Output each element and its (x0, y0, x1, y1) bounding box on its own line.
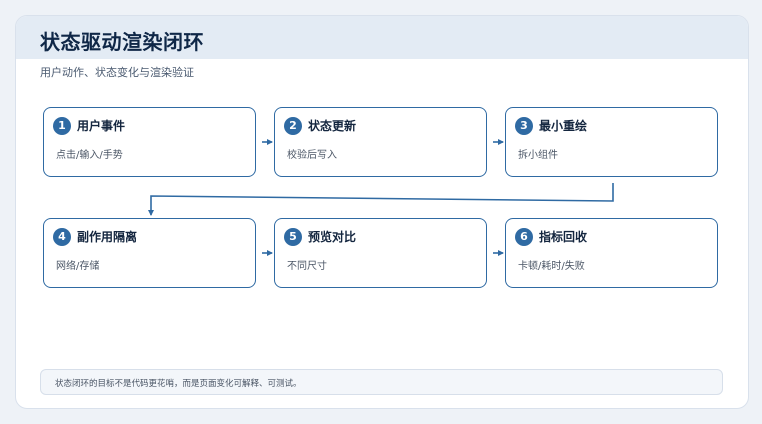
step-description: 卡顿/耗时/失败 (518, 261, 585, 272)
step-title: 最小重绘 (539, 119, 588, 133)
step-node-metrics-collection: 6 指标回收 卡顿/耗时/失败 (505, 218, 718, 288)
footer-note: 状态闭环的目标不是代码更花哨，而是页面变化可解释、可测试。 (55, 379, 302, 389)
step-title: 副作用隔离 (77, 230, 138, 244)
step-number-badge: 1 (53, 117, 71, 135)
step-title: 状态更新 (308, 119, 357, 133)
step-number-badge: 4 (53, 228, 71, 246)
connectors (148, 139, 614, 256)
step-number-badge: 6 (515, 228, 533, 246)
step-node-user-event: 1 用户事件 点击/输入/手势 (43, 107, 256, 177)
step-description: 不同尺寸 (287, 261, 327, 272)
step-node-side-effect-isolation: 4 副作用隔离 网络/存储 (43, 218, 256, 288)
step-description: 拆小组件 (518, 150, 558, 161)
step-node-state-update: 2 状态更新 校验后写入 (274, 107, 487, 177)
step-title: 预览对比 (308, 230, 357, 244)
step-number-badge: 5 (284, 228, 302, 246)
diagram-card: 状态驱动渲染闭环 用户动作、状态变化与渲染验证 1 用户事件 点击/输入/手势 … (15, 15, 749, 409)
step-node-minimal-repaint: 3 最小重绘 拆小组件 (505, 107, 718, 177)
step-description: 校验后写入 (287, 150, 337, 161)
step-description: 网络/存储 (56, 261, 100, 272)
step-title: 用户事件 (77, 119, 126, 133)
footer-note-box: 状态闭环的目标不是代码更花哨，而是页面变化可解释、可测试。 (40, 369, 723, 395)
arrow-3-4 (148, 183, 614, 216)
step-number-badge: 3 (515, 117, 533, 135)
step-number-badge: 2 (284, 117, 302, 135)
step-title: 指标回收 (539, 230, 588, 244)
step-node-preview-compare: 5 预览对比 不同尺寸 (274, 218, 487, 288)
step-description: 点击/输入/手势 (56, 150, 123, 161)
